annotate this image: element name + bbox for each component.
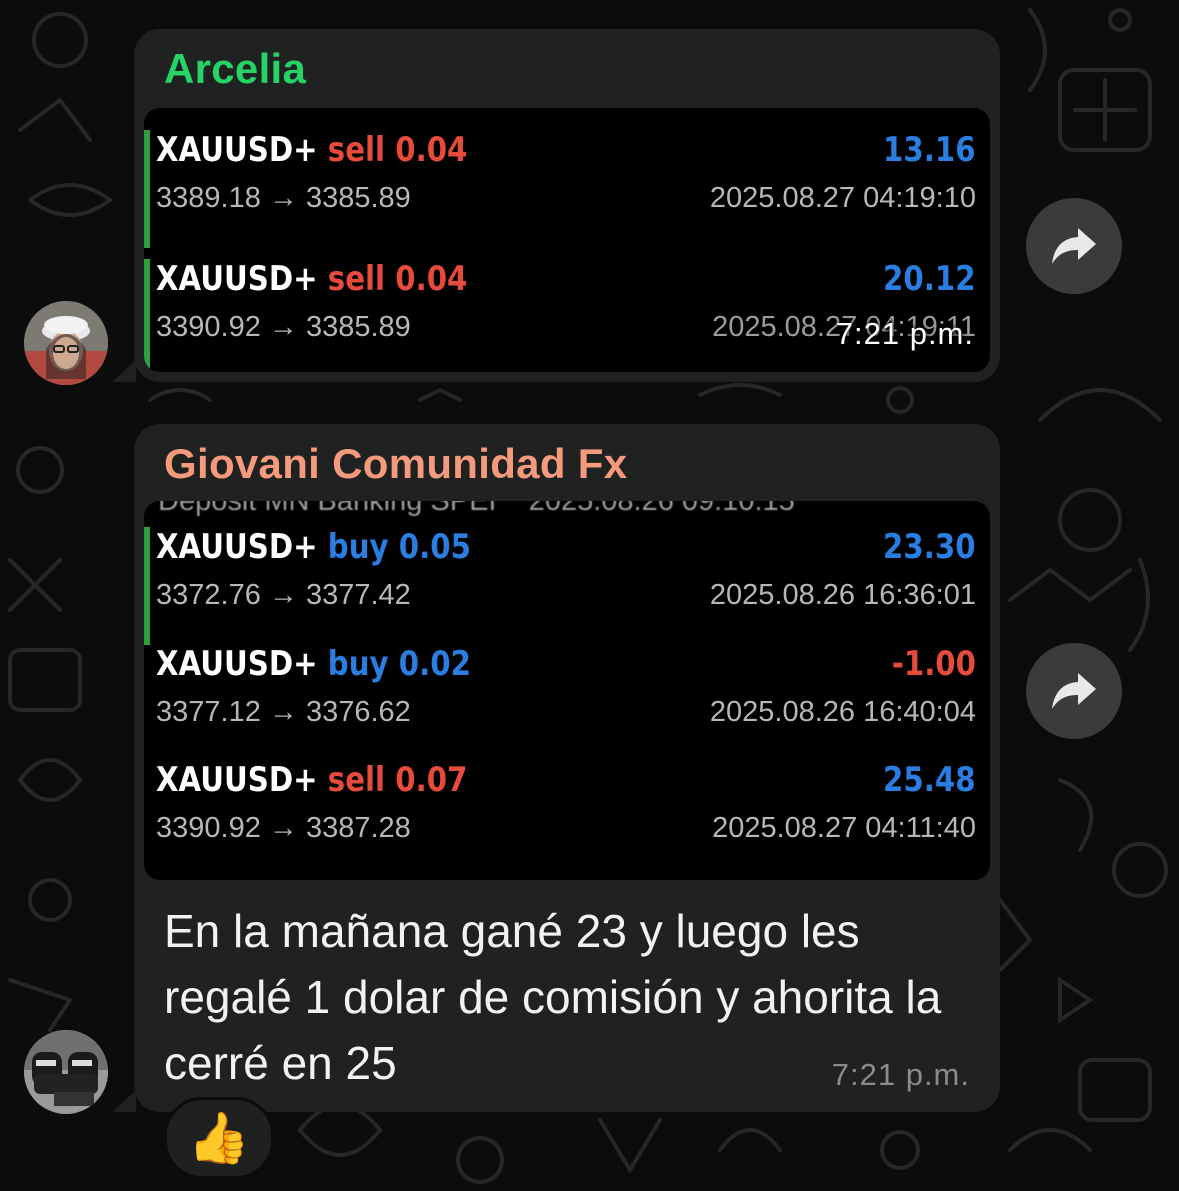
trade-profit: 20.12	[883, 259, 976, 299]
trade-symbol: XAUUSD+ sell 0.04	[156, 130, 468, 170]
trade-symbol: XAUUSD+ buy 0.02	[156, 644, 471, 684]
trade-prices: 3389.18 → 3385.89	[156, 182, 411, 214]
trade-screenshot[interactable]: Deposit MN Banking SPEI 2025.08.26 09:10…	[144, 501, 990, 880]
trade-time: 2025.08.26 16:36:01	[709, 579, 976, 611]
forward-button[interactable]	[1026, 198, 1122, 294]
bubble-tail	[112, 360, 136, 382]
forward-arrow-icon	[1052, 228, 1096, 264]
trade-prices: 3372.76 → 3377.42	[156, 579, 411, 611]
avatar-arcelia[interactable]	[24, 301, 108, 385]
message-bubble-giovani[interactable]: Giovani Comunidad Fx Deposit MN Banking …	[134, 424, 1000, 1112]
trade-row: XAUUSD+ sell 0.07 25.48 3390.92 → 3387.2…	[144, 760, 990, 878]
trade-profit: -1.00	[891, 644, 976, 684]
trade-profit: 25.48	[883, 760, 976, 800]
reaction-badge[interactable]: 👍	[164, 1097, 274, 1179]
cut-off-row: Deposit MN Banking SPEI 2025.08.26 09:10…	[158, 501, 795, 517]
trade-symbol: XAUUSD+ sell 0.04	[156, 259, 468, 299]
trade-profit: 23.30	[883, 527, 976, 567]
trade-row: XAUUSD+ sell 0.04 13.16 3389.18 → 3385.8…	[144, 130, 990, 248]
trade-screenshot[interactable]: XAUUSD+ sell 0.04 13.16 3389.18 → 3385.8…	[144, 108, 990, 372]
forward-arrow-icon	[1052, 673, 1096, 709]
trade-prices: 3390.92 → 3385.89	[156, 311, 411, 343]
message-timestamp: 7:21 p.m.	[835, 316, 974, 351]
trade-time: 2025.08.26 16:40:04	[709, 696, 976, 728]
thumbs-up-emoji-icon: 👍	[187, 1110, 251, 1166]
trade-profit: 13.16	[883, 130, 976, 170]
message-timestamp: 7:21 p.m.	[831, 1057, 970, 1092]
selected-indicator	[144, 130, 150, 248]
forward-button[interactable]	[1026, 643, 1122, 739]
sender-name[interactable]: Giovani Comunidad Fx	[164, 440, 627, 488]
trade-prices: 3390.92 → 3387.28	[156, 812, 411, 844]
selected-indicator	[144, 527, 150, 645]
trade-time: 2025.08.27 04:11:40	[712, 812, 976, 844]
trade-symbol: XAUUSD+ sell 0.07	[156, 760, 468, 800]
trade-time: 2025.08.27 04:19:10	[709, 182, 976, 214]
trade-row: XAUUSD+ buy 0.02 -1.00 3377.12 → 3376.62…	[144, 644, 990, 762]
selected-indicator	[144, 259, 150, 372]
trade-prices: 3377.12 → 3376.62	[156, 696, 411, 728]
message-bubble-arcelia[interactable]: Arcelia XAUUSD+ sell 0.04 13.16 3389.18 …	[134, 29, 1000, 382]
trade-row: XAUUSD+ buy 0.05 23.30 3372.76 → 3377.42…	[144, 527, 990, 645]
bubble-tail	[112, 1090, 136, 1112]
sender-name[interactable]: Arcelia	[164, 45, 306, 93]
trade-symbol: XAUUSD+ buy 0.05	[156, 527, 471, 567]
avatar-giovani[interactable]	[24, 1030, 108, 1114]
